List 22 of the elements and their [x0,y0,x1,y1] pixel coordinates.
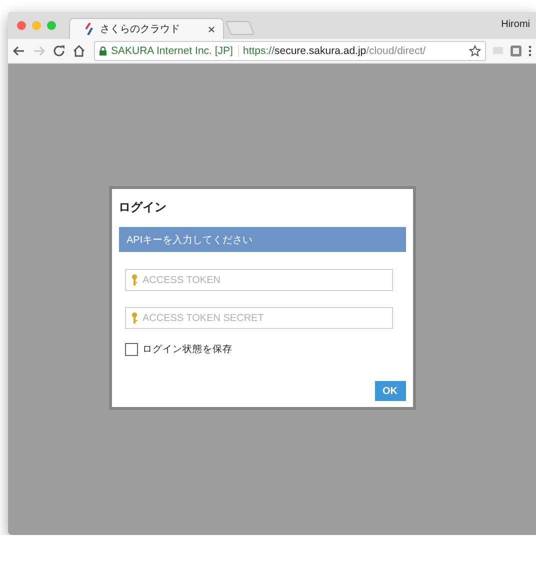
key-icon [130,312,138,324]
remember-label: ログイン状態を保存 [142,343,232,356]
back-icon[interactable] [12,44,26,58]
token-input-field[interactable]: ACCESS TOKEN SECRET [124,307,392,329]
dialog-title: ログイン [118,199,168,216]
favicon-icon [84,23,94,35]
lock-icon [99,46,107,56]
close-tab-icon[interactable] [208,26,215,32]
remember-checkbox[interactable] [124,343,138,356]
reload-icon[interactable] [52,44,66,58]
key-icon [130,274,138,286]
address-bar[interactable]: SAKURA Internet Inc. [JP] https://secure.sakura.ad.jp/cloud/direct/ [94,41,486,61]
star-icon[interactable] [469,45,481,57]
site-identity: SAKURA Internet Inc. [JP] [111,45,239,57]
token-input-field[interactable]: ACCESS TOKEN [124,269,392,291]
instruction-banner: APIキーを入力してください [118,227,406,252]
browser-tab[interactable]: さくらのクラウド [69,18,224,39]
profile-name[interactable]: Hiromi [501,19,530,30]
home-icon[interactable] [72,44,86,58]
url-text: https://secure.sakura.ad.jp/cloud/direct/ [242,45,427,57]
menu-icon[interactable] [528,45,532,57]
extension-icon[interactable] [510,45,522,57]
